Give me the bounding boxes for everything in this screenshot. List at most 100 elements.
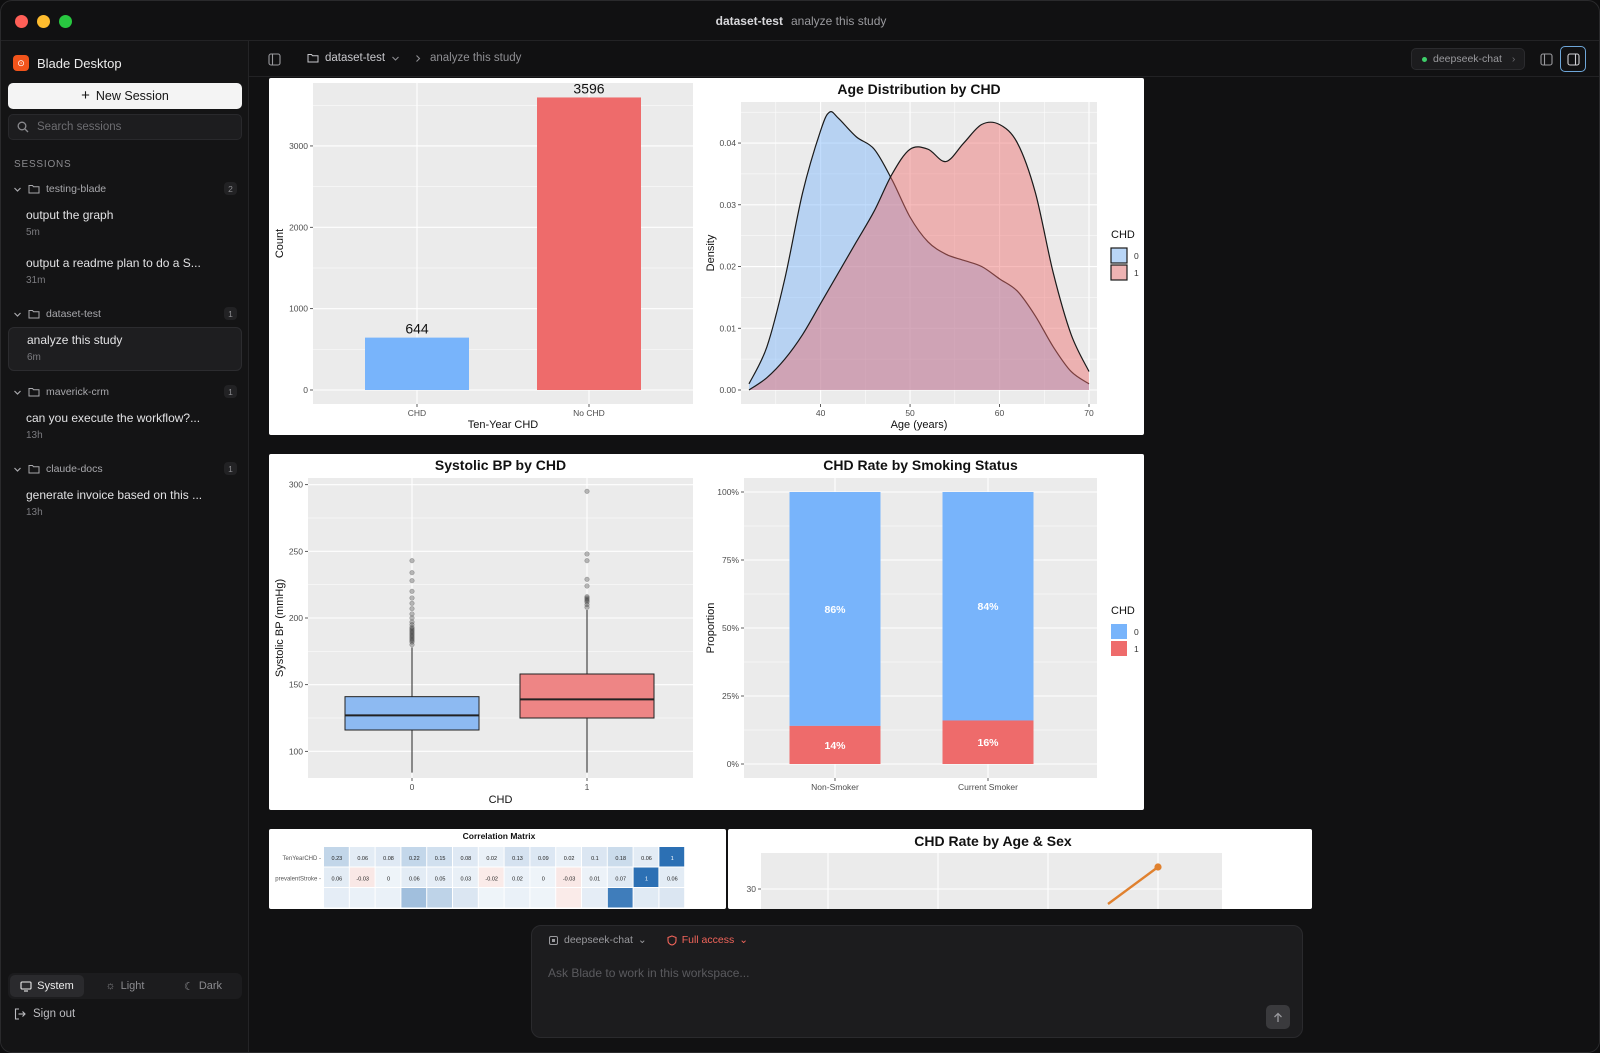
outlier-point [409, 606, 415, 612]
cell-value: 0.23 [332, 856, 343, 862]
sign-out-button[interactable]: Sign out [14, 1008, 75, 1020]
group-name: maverick-crm [46, 386, 109, 398]
title-session: analyze this study [790, 13, 887, 28]
outlier-point [409, 600, 415, 606]
session-item-active[interactable]: analyze this study 6m [8, 327, 242, 371]
heatmap-cell [633, 888, 659, 908]
cell-value: 0.15 [435, 856, 446, 862]
cell-value: -0.02 [485, 877, 498, 883]
session-time: 5m [26, 227, 40, 238]
session-title: output a readme plan to do a S... [26, 256, 201, 270]
message-input[interactable]: Ask Blade to work in this workspace... [548, 966, 749, 980]
session-title: analyze this study [27, 333, 123, 347]
y-axis-label: Proportion [705, 603, 717, 654]
row-label: prevalentStroke - [275, 877, 321, 883]
x-tick-label: 70 [1084, 408, 1094, 418]
x-tick-label: Current Smoker [958, 782, 1018, 792]
window-controls [15, 15, 72, 28]
session-item[interactable]: output the graph 5m [8, 203, 242, 247]
sign-out-label: Sign out [33, 1008, 76, 1020]
cell-value: 0.08 [383, 856, 394, 862]
model-status-pill[interactable]: deepseek-chat › [1411, 48, 1525, 70]
theme-system-button[interactable]: System [10, 975, 84, 997]
theme-dark-button[interactable]: ☾ Dark [166, 975, 240, 997]
row-label: TenYearCHD - [283, 856, 321, 862]
chevron-down-icon [14, 467, 21, 472]
theme-light-label: Light [120, 980, 145, 992]
folder-icon [28, 310, 40, 319]
plus-icon: + [81, 87, 90, 104]
folder-icon [28, 185, 40, 194]
breadcrumb-session: analyze this study [430, 52, 522, 64]
close-window-button[interactable] [15, 15, 28, 28]
group-testing-blade[interactable]: testing-blade 2 [13, 181, 237, 197]
bar [365, 337, 469, 390]
segment-label: 86% [824, 604, 846, 616]
cell-value: 0.01 [590, 877, 601, 883]
chart-title: Age Distribution by CHD [837, 81, 1000, 97]
session-item[interactable]: generate invoice based on this ... 13h [8, 483, 242, 527]
cell-value: 0.08 [461, 856, 472, 862]
cell-value: 0.06 [409, 877, 420, 883]
x-axis-label: CHD [489, 794, 513, 806]
heatmap-cell [504, 888, 530, 908]
x-tick-label: 40 [816, 408, 826, 418]
folder-icon [28, 465, 40, 474]
data-point [1154, 863, 1162, 871]
send-button[interactable] [1266, 1005, 1290, 1029]
access-level-selector[interactable]: Full access ⌄ [667, 934, 748, 946]
session-item[interactable]: output a readme plan to do a S... 31m [8, 251, 242, 295]
cell-value: 0 [387, 877, 390, 883]
chart-card-corr-svg: Correlation Matrix TenYearCHD - 0.23 0.06 0.… [275, 831, 685, 908]
session-item[interactable]: can you execute the workflow?... 13h [8, 406, 242, 450]
legend-label: 1 [1134, 268, 1139, 278]
chart-title: Systolic BP by CHD [435, 457, 566, 473]
new-session-button[interactable]: + New Session [8, 83, 242, 109]
title-workspace: dataset-test [715, 13, 783, 28]
cell-value: 0.03 [461, 877, 472, 883]
session-time: 13h [26, 507, 43, 518]
folder-icon [28, 388, 40, 397]
panel-right-icon[interactable] [1560, 46, 1586, 72]
session-title: generate invoice based on this ... [26, 488, 203, 502]
minimize-window-button[interactable] [37, 15, 50, 28]
group-count: 1 [224, 307, 237, 320]
session-time: 6m [27, 352, 41, 363]
y-tick-label: 3000 [289, 141, 308, 151]
y-tick-label: 75% [722, 555, 739, 565]
panel-left-icon[interactable] [1537, 50, 1555, 68]
chart-card-1-svg: 0 1000 2000 3000 644 CHD 3596 No CHD Ten-Year CH… [274, 80, 1139, 431]
y-tick-label: 0.03 [719, 200, 736, 210]
x-tick-label: 60 [995, 408, 1005, 418]
maximize-window-button[interactable] [59, 15, 72, 28]
group-dataset-test[interactable]: dataset-test 1 [13, 306, 237, 322]
model-name: deepseek-chat [1433, 53, 1502, 65]
group-claude-docs[interactable]: claude-docs 1 [13, 461, 237, 477]
chart-title: CHD Rate by Age & Sex [914, 833, 1072, 849]
x-tick-label: Non-Smoker [811, 782, 859, 792]
outlier-point [584, 576, 590, 582]
collapse-sidebar-icon[interactable] [265, 50, 283, 68]
main-area: dataset-test analyze this study deepseek… [249, 41, 1599, 1052]
status-dot-icon [1422, 56, 1427, 62]
outlier-point [584, 488, 590, 494]
group-maverick-crm[interactable]: maverick-crm 1 [13, 384, 237, 400]
theme-light-button[interactable]: ☼ Light [88, 975, 162, 997]
composer-model-selector[interactable]: deepseek-chat ⌄ [548, 934, 647, 946]
heatmap-cell [582, 888, 607, 908]
group-name: claude-docs [46, 463, 103, 475]
workspace-selector[interactable]: dataset-test [307, 52, 400, 64]
workspace-name: dataset-test [325, 52, 386, 64]
chart-card-1: 0 1000 2000 3000 644 CHD 3596 No CHD Ten-Year CH… [269, 78, 1144, 435]
search-sessions-input[interactable]: Search sessions [8, 114, 242, 140]
theme-switcher: System ☼ Light ☾ Dark [8, 973, 242, 999]
heatmap-cell [530, 888, 556, 908]
cell-value: 0.09 [538, 856, 549, 862]
legend-swatch [1110, 247, 1128, 264]
outlier-point [409, 578, 415, 584]
heatmap-cell [607, 888, 633, 908]
y-tick-label: 0.02 [719, 262, 736, 272]
outlier-point [409, 570, 415, 576]
y-axis-label: Systolic BP (mmHg) [274, 579, 286, 677]
cell-value: 1 [671, 856, 674, 862]
